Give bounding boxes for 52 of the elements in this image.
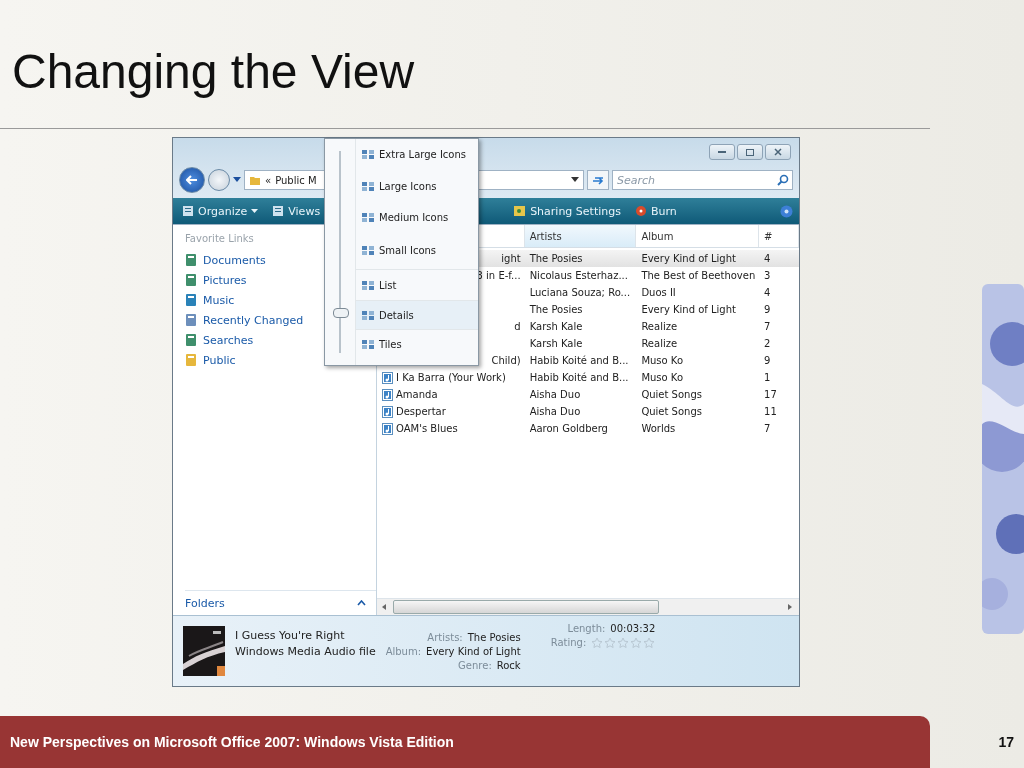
table-cell: Karsh Kale: [529, 338, 583, 349]
table-cell: 3: [764, 270, 771, 281]
property-label: Album:: [385, 645, 422, 657]
table-cell: Karsh Kale: [529, 321, 583, 332]
table-cell: 7: [764, 321, 771, 332]
table-cell: Habib Koité and B...: [529, 372, 629, 383]
table-cell: Aaron Goldberg: [529, 423, 608, 434]
table-cell: The Posies: [529, 253, 583, 264]
table-cell: Quiet Songs: [641, 406, 702, 417]
table-cell: 9: [764, 304, 771, 315]
table-cell: Aisha Duo: [529, 389, 581, 400]
file-title: I Guess You're Right: [235, 628, 346, 642]
table-cell: Muso Ko: [641, 355, 684, 366]
table-cell: Quiet Songs: [641, 389, 702, 400]
property-label: Artists:: [427, 631, 463, 643]
table-cell: Luciana Souza; Ro...: [529, 287, 631, 298]
property-label: Genre:: [458, 659, 492, 671]
table-cell: I Ka Barra (Your Work): [396, 372, 506, 383]
table-cell: 7: [764, 423, 771, 434]
table-cell: The Best of Beethoven: [641, 270, 756, 281]
footer-text: New Perspectives on Microsoft Office 2007: Windows Vista Edition: [10, 734, 454, 750]
table-cell: 2: [764, 338, 771, 349]
table-cell: 9: [764, 355, 771, 366]
page-number: 17: [998, 734, 1014, 750]
table-cell: ight: [501, 253, 521, 264]
table-cell: Worlds: [641, 423, 676, 434]
table-cell: Every Kind of Light: [641, 253, 736, 264]
table-cell: The Posies: [529, 304, 583, 315]
table-cell: Nicolaus Esterhaz...: [529, 270, 628, 281]
table-cell: Muso Ko: [641, 372, 684, 383]
table-cell: Every Kind of Light: [641, 304, 736, 315]
property-label: Length:: [567, 623, 606, 634]
table-cell: 17: [764, 389, 777, 400]
table-cell: Duos II: [641, 287, 676, 298]
sidebar-heading: Favorite Links: [185, 233, 255, 244]
table-cell: Realize: [641, 338, 678, 349]
table-cell: Realize: [641, 321, 678, 332]
table-cell: OAM's Blues: [396, 423, 458, 434]
property-value: 00:03:32: [610, 623, 656, 634]
table-cell: Despertar: [396, 406, 446, 417]
table-cell: Child): [491, 355, 521, 366]
table-cell: 1: [764, 372, 771, 383]
table-cell: d: [514, 321, 521, 332]
table-cell: Aisha Duo: [529, 406, 581, 417]
property-label: Rating:: [550, 637, 587, 649]
table-cell: Habib Koité and B...: [529, 355, 629, 366]
table-cell: 4: [764, 287, 771, 298]
slide-title: Changing the View: [11, 44, 416, 100]
table-cell: Amanda: [396, 389, 438, 400]
table-cell: 4: [764, 253, 771, 264]
table-cell: 11: [764, 406, 777, 417]
file-type: Windows Media Audio file: [235, 644, 376, 658]
